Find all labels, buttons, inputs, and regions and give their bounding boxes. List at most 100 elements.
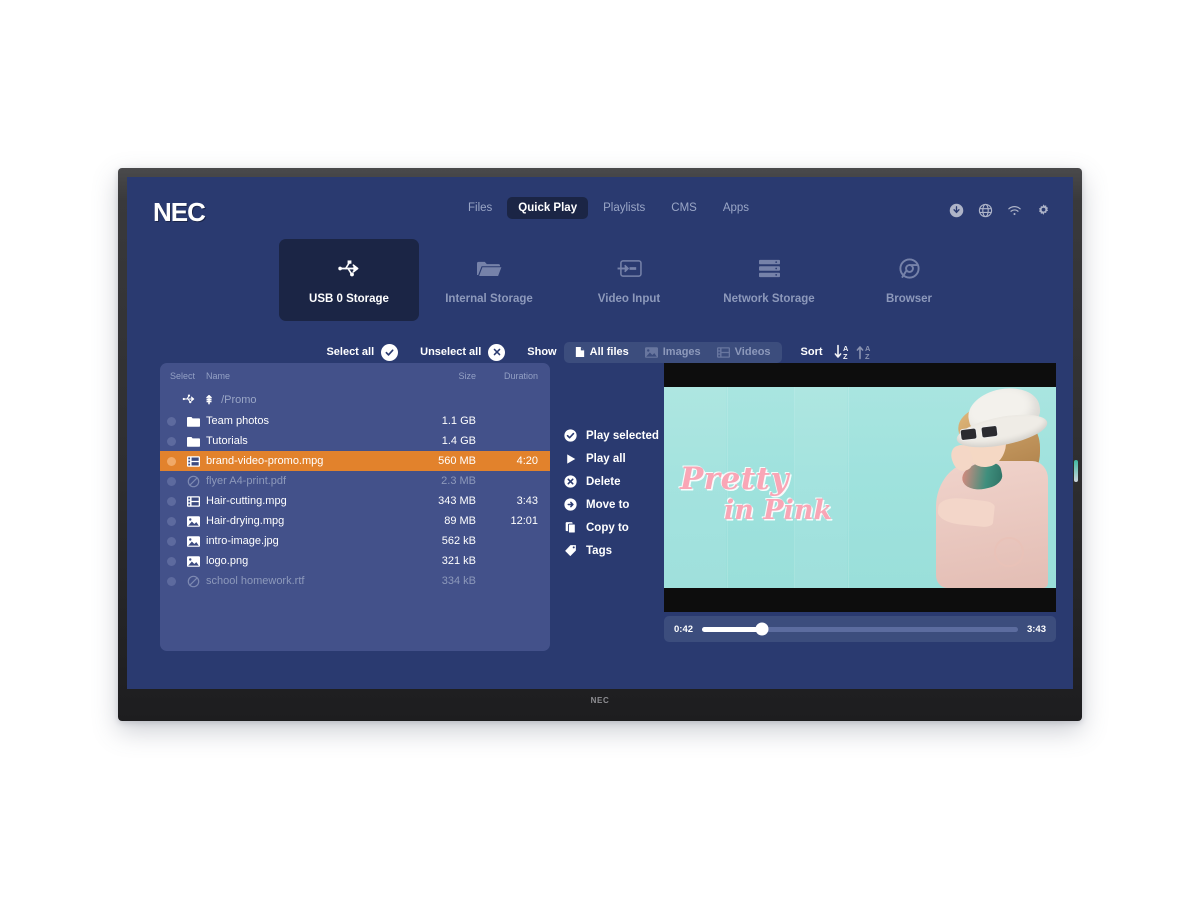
sort-descending-icon[interactable]: AZ: [834, 343, 852, 361]
table-row[interactable]: brand-video-promo.mpg 560 MB 4:20: [160, 451, 550, 471]
nec-logo: NEC: [153, 197, 206, 227]
svg-text:Z: Z: [865, 352, 870, 361]
filter-all-files[interactable]: All files: [567, 342, 637, 363]
action-label: Play all: [586, 452, 626, 465]
video-title-line2: in Pink: [724, 495, 833, 527]
move-circle-icon: [564, 498, 577, 511]
usb-icon: [337, 256, 362, 282]
row-select-toggle[interactable]: [160, 476, 182, 486]
row-file-size: 334 kB: [441, 575, 476, 587]
source-tile-video-input[interactable]: Video Input: [559, 239, 699, 321]
source-tile-network-storage[interactable]: Network Storage: [699, 239, 839, 321]
film-icon: [716, 346, 730, 358]
row-file-size: 1.1 GB: [441, 415, 476, 427]
seek-handle[interactable]: [755, 622, 769, 636]
source-tile-usb-0-storage[interactable]: USB 0 Storage: [279, 239, 419, 321]
action-delete[interactable]: Delete: [564, 475, 659, 488]
column-header-size: Size: [458, 370, 476, 381]
table-row[interactable]: Hair-cutting.mpg 343 MB 3:43: [160, 491, 550, 511]
action-label: Play selected: [586, 429, 659, 442]
row-select-toggle[interactable]: [160, 556, 182, 566]
column-header-select: Select: [170, 370, 196, 381]
filter-images[interactable]: Images: [637, 342, 709, 363]
wifi-icon[interactable]: [1007, 203, 1022, 218]
nav-item-files[interactable]: Files: [457, 197, 503, 219]
nav-item-cms[interactable]: CMS: [660, 197, 708, 219]
row-file-name: Hair-drying.mpg: [206, 515, 285, 527]
filter-videos[interactable]: Videos: [709, 342, 779, 363]
video-frame: Pretty in Pink: [664, 387, 1056, 588]
row-file-duration: 12:01: [510, 515, 538, 527]
row-select-toggle[interactable]: [160, 576, 182, 586]
source-tile-browser[interactable]: Browser: [839, 239, 979, 321]
action-label: Move to: [586, 498, 630, 511]
level-up-icon[interactable]: ⇞: [204, 393, 214, 407]
row-file-size: 2.3 MB: [441, 475, 476, 487]
video-letterbox[interactable]: Pretty in Pink: [664, 363, 1056, 612]
svg-text:Z: Z: [843, 352, 848, 361]
unselect-all-label: Unselect all: [420, 346, 482, 358]
file-toolbar: Select all Unselect all Show All files I…: [127, 339, 1073, 365]
seek-slider[interactable]: [702, 622, 1018, 636]
breadcrumb[interactable]: ⇞ /Promo: [160, 389, 550, 411]
file-list-panel[interactable]: Select Name Size Duration ⇞ /Promo Team …: [160, 363, 550, 651]
row-file-name: flyer A4-print.pdf: [206, 475, 287, 487]
download-icon[interactable]: [949, 203, 964, 218]
quick-play-app: NEC Files Quick Play Playlists CMS Apps: [127, 177, 1073, 689]
row-select-toggle[interactable]: [160, 536, 182, 546]
table-row[interactable]: flyer A4-print.pdf 2.3 MB: [160, 471, 550, 491]
row-select-toggle[interactable]: [160, 436, 182, 446]
table-row[interactable]: logo.png 321 kB: [160, 551, 550, 571]
usb-icon: [182, 393, 197, 408]
row-select-toggle[interactable]: [160, 416, 182, 426]
nav-item-apps[interactable]: Apps: [712, 197, 760, 219]
table-row[interactable]: Hair-drying.mpg 89 MB 12:01: [160, 511, 550, 531]
table-row[interactable]: intro-image.jpg 562 kB: [160, 531, 550, 551]
image-icon: [182, 515, 204, 527]
nav-item-playlists[interactable]: Playlists: [592, 197, 656, 219]
select-all-button[interactable]: [381, 343, 399, 361]
status-icon-bar: [949, 203, 1051, 218]
file-list-header: Select Name Size Duration: [160, 363, 550, 385]
globe-icon[interactable]: [978, 203, 993, 218]
row-file-name: school homework.rtf: [206, 575, 305, 587]
source-tiles: USB 0 Storage Internal Storage Video Inp…: [279, 239, 979, 321]
table-row[interactable]: school homework.rtf 334 kB: [160, 571, 550, 591]
source-tile-label: Browser: [885, 292, 933, 305]
row-select-toggle[interactable]: [160, 456, 182, 466]
image-icon: [182, 535, 204, 547]
source-tile-label: Internal Storage: [445, 292, 533, 305]
playback-bar: 0:42 3:43: [664, 616, 1056, 642]
table-row[interactable]: Tutorials 1.4 GB: [160, 431, 550, 451]
file-type-filter-group: All files Images Videos: [563, 341, 782, 363]
action-tags[interactable]: Tags: [564, 544, 659, 557]
action-move-to[interactable]: Move to: [564, 498, 659, 511]
blocked-icon: [182, 575, 204, 588]
server-icon: [757, 256, 782, 282]
nav-item-quick-play[interactable]: Quick Play: [507, 197, 589, 219]
row-select-toggle[interactable]: [160, 516, 182, 526]
source-tile-internal-storage[interactable]: Internal Storage: [419, 239, 559, 321]
sort-ascending-icon[interactable]: AZ: [856, 343, 874, 361]
action-play-selected[interactable]: Play selected: [564, 429, 659, 442]
video-preview: Pretty in Pink 0:42 3:43: [664, 363, 1056, 651]
row-file-duration: 3:43: [516, 495, 538, 507]
seek-progress: [702, 626, 763, 632]
row-file-name: Hair-cutting.mpg: [206, 495, 287, 507]
breadcrumb-path: /Promo: [221, 394, 257, 406]
check-circle-icon: [564, 429, 577, 442]
power-led-indicator: [1074, 460, 1078, 482]
tag-icon: [564, 544, 577, 557]
unselect-all-button[interactable]: [488, 343, 506, 361]
row-select-toggle[interactable]: [160, 496, 182, 506]
row-file-duration: 4:20: [516, 455, 538, 467]
display-screen: NEC Files Quick Play Playlists CMS Apps: [127, 177, 1073, 689]
file-rows: Team photos 1.1 GB Tutorials 1.4 GB brand-vi…: [160, 411, 550, 591]
copy-icon: [564, 521, 577, 534]
action-play-all[interactable]: Play all: [564, 452, 659, 465]
gear-icon[interactable]: [1036, 203, 1051, 218]
action-copy-to[interactable]: Copy to: [564, 521, 659, 534]
table-row[interactable]: Team photos 1.1 GB: [160, 411, 550, 431]
row-file-size: 562 kB: [441, 535, 476, 547]
source-tile-label: USB 0 Storage: [309, 292, 389, 305]
